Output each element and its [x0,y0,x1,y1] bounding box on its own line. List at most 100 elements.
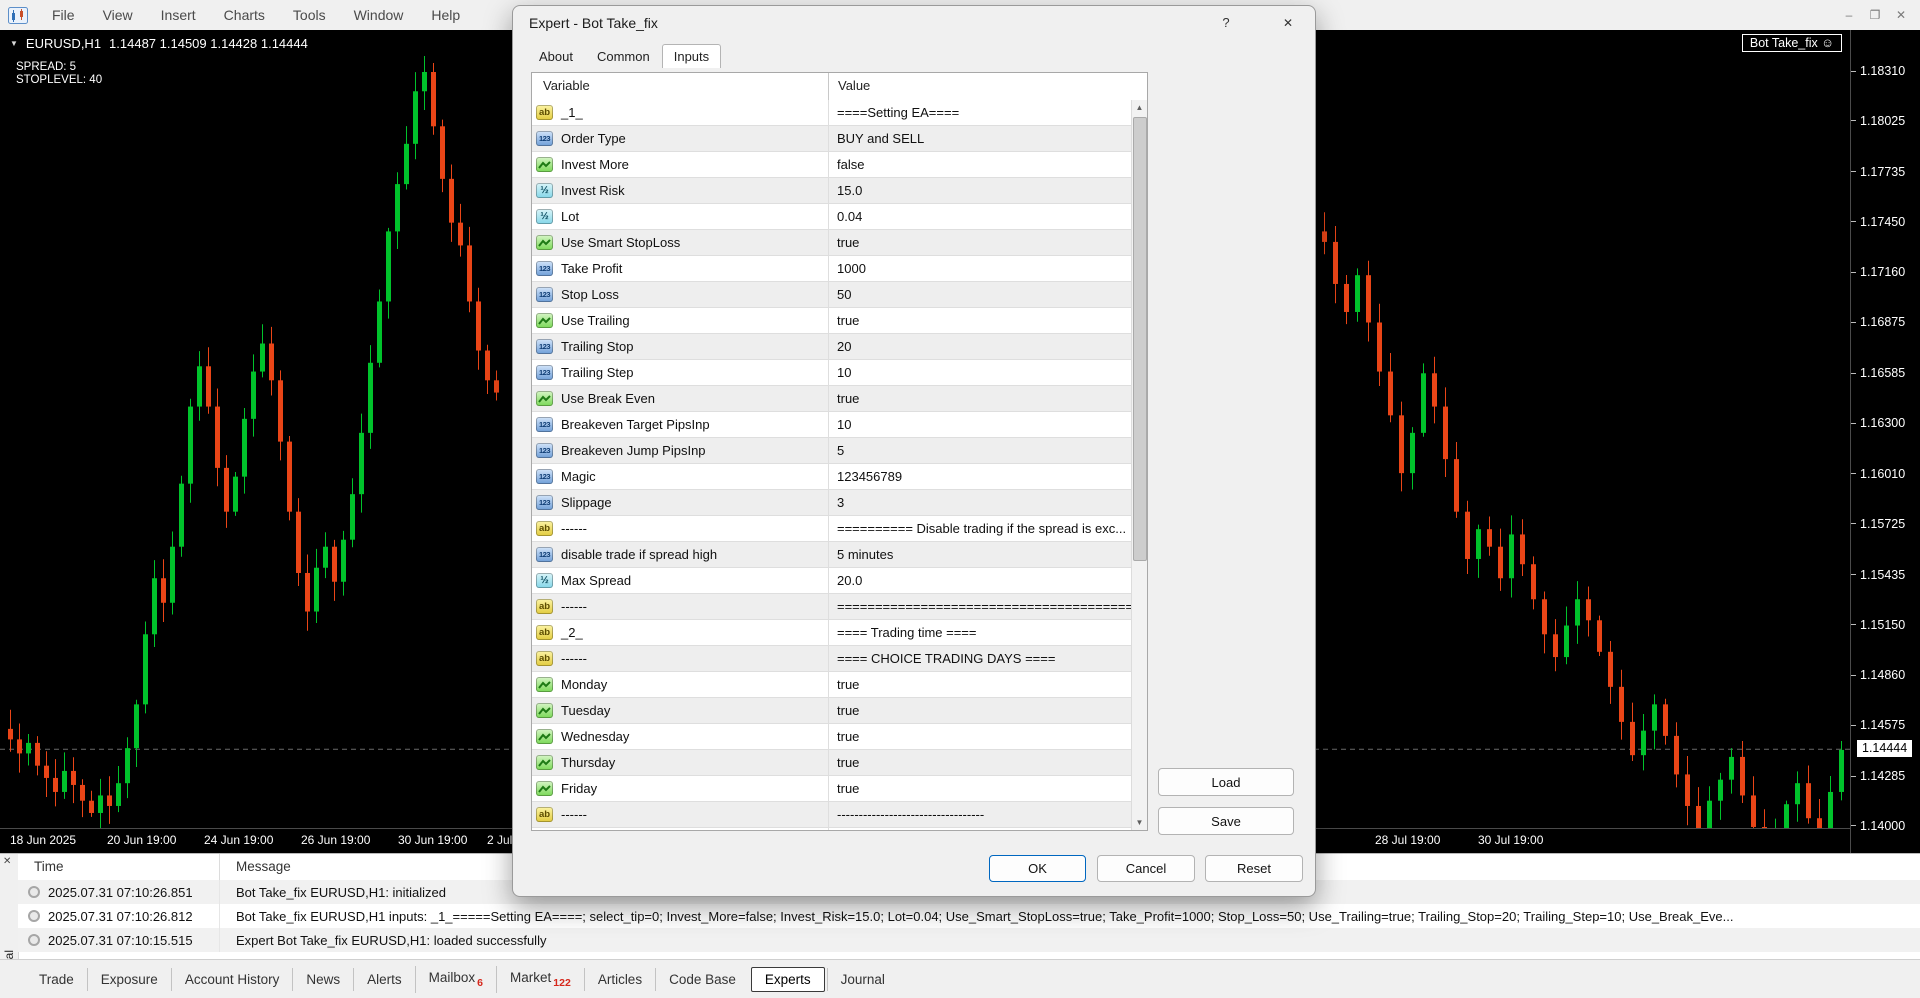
terminal-tab-experts[interactable]: Experts [750,967,825,992]
terminal-tab-articles[interactable]: Articles [583,968,655,991]
table-row-invest-more[interactable]: Invest More false [532,152,1132,178]
table-row-disable-trade-if-spread-high[interactable]: 123 disable trade if spread high 5 minut… [532,542,1132,568]
table-row-tuesday[interactable]: Tuesday true [532,698,1132,724]
variable-value[interactable]: 3 [829,495,1132,510]
price-tick: 1.14285 [1851,769,1905,783]
table-row-friday[interactable]: Friday true [532,776,1132,802]
terminal-tab-market[interactable]: Market 122 [496,966,584,993]
terminal-tab-journal[interactable]: Journal [826,968,898,991]
variable-value[interactable]: true [829,781,1132,796]
scroll-up-icon[interactable]: ▲ [1132,100,1147,115]
table-row-[interactable]: ab ------ ========== Disable trading if … [532,516,1132,542]
variable-value[interactable]: false [829,157,1132,172]
table-row-thursday[interactable]: Thursday true [532,750,1132,776]
table-row-invest-risk[interactable]: ½ Invest Risk 15.0 [532,178,1132,204]
table-row-take-profit[interactable]: 123 Take Profit 1000 [532,256,1132,282]
variable-value[interactable]: true [829,729,1132,744]
tab-about[interactable]: About [527,44,585,68]
table-scrollbar[interactable]: ▲ ▼ [1131,100,1147,830]
terminal-close-icon[interactable]: ✕ [3,856,11,867]
table-row-2[interactable]: ab _2_ ==== Trading time ==== [532,620,1132,646]
table-row-[interactable]: ab ------ ==============================… [532,594,1132,620]
variable-value[interactable]: ========== Disable trading if the spread… [829,521,1132,536]
column-header-value: Value [838,78,871,93]
terminal-tab-exposure[interactable]: Exposure [86,968,171,991]
variable-value[interactable]: ====Setting EA==== [829,105,1132,120]
variable-value[interactable]: 10 [829,365,1132,380]
ea-badge[interactable]: Bot Take_fix ☺ [1741,34,1842,52]
table-row-[interactable]: ab ------ ==== CHOICE TRADING DAYS ==== [532,646,1132,672]
minimize-button-icon[interactable]: – [1836,4,1862,26]
variable-value[interactable]: true [829,677,1132,692]
load-button[interactable]: Load [1158,768,1294,796]
restore-button-icon[interactable]: ❐ [1862,4,1888,26]
table-row-[interactable]: ab ------ ------------------------------… [532,828,1132,830]
variable-value[interactable]: true [829,703,1132,718]
variable-value[interactable]: true [829,313,1132,328]
table-row-wednesday[interactable]: Wednesday true [532,724,1132,750]
terminal-tab-mailbox[interactable]: Mailbox 6 [414,966,496,993]
table-row-use-smart-stoploss[interactable]: Use Smart StopLoss true [532,230,1132,256]
variable-name: _2_ [561,625,583,640]
save-button[interactable]: Save [1158,807,1294,835]
terminal-tab-trade[interactable]: Trade [26,968,87,991]
menu-item-view[interactable]: View [89,2,147,28]
menu-item-help[interactable]: Help [417,2,474,28]
variable-value[interactable]: ==== CHOICE TRADING DAYS ==== [829,651,1132,666]
variable-value[interactable]: 5 [829,443,1132,458]
table-row-magic[interactable]: 123 Magic 123456789 [532,464,1132,490]
variable-value[interactable]: 20 [829,339,1132,354]
tab-inputs[interactable]: Inputs [661,44,722,68]
variable-value[interactable]: 50 [829,287,1132,302]
table-row-use-trailing[interactable]: Use Trailing true [532,308,1132,334]
menu-item-file[interactable]: File [38,2,89,28]
variable-value[interactable]: ========================================… [829,599,1132,614]
terminal-tab-account-history[interactable]: Account History [170,968,293,991]
variable-value[interactable]: true [829,755,1132,770]
variable-value[interactable]: ---------------------------------- [829,807,1132,822]
terminal-tab-alerts[interactable]: Alerts [353,968,415,991]
variable-name: Take Profit [561,261,623,276]
table-row-trailing-step[interactable]: 123 Trailing Step 10 [532,360,1132,386]
tab-common[interactable]: Common [585,44,662,68]
variable-value[interactable]: ==== Trading time ==== [829,625,1132,640]
reset-button[interactable]: Reset [1205,855,1303,882]
variable-value[interactable]: 0.04 [829,209,1132,224]
table-row-lot[interactable]: ½ Lot 0.04 [532,204,1132,230]
table-row-breakeven-target-pipsinp[interactable]: 123 Breakeven Target PipsInp 10 [532,412,1132,438]
scrollbar-thumb[interactable] [1133,117,1147,561]
variable-value[interactable]: BUY and SELL [829,131,1132,146]
variable-value[interactable]: 1000 [829,261,1132,276]
menu-item-window[interactable]: Window [340,2,418,28]
table-row-use-break-even[interactable]: Use Break Even true [532,386,1132,412]
table-row-monday[interactable]: Monday true [532,672,1132,698]
terminal-tab-news[interactable]: News [292,968,353,991]
table-row-1[interactable]: ab _1_ ====Setting EA==== [532,100,1132,126]
variable-value[interactable]: 5 minutes [829,547,1132,562]
expert-settings-dialog: Expert - Bot Take_fix ? ✕ About Common Inp… [512,5,1316,897]
menu-item-charts[interactable]: Charts [210,2,279,28]
table-row-slippage[interactable]: 123 Slippage 3 [532,490,1132,516]
cancel-button[interactable]: Cancel [1097,855,1195,882]
chevron-down-icon[interactable]: ▼ [10,39,18,48]
ok-button[interactable]: OK [989,855,1086,882]
table-row-max-spread[interactable]: ½ Max Spread 20.0 [532,568,1132,594]
close-button-icon[interactable]: ✕ [1888,4,1914,26]
table-row-order-type[interactable]: 123 Order Type BUY and SELL [532,126,1132,152]
close-icon[interactable]: ✕ [1275,12,1301,34]
variable-value[interactable]: true [829,235,1132,250]
table-row-[interactable]: ab ------ ------------------------------… [532,802,1132,828]
terminal-tab-code-base[interactable]: Code Base [655,968,749,991]
menu-item-insert[interactable]: Insert [147,2,210,28]
variable-value[interactable]: 15.0 [829,183,1132,198]
table-row-trailing-stop[interactable]: 123 Trailing Stop 20 [532,334,1132,360]
help-icon[interactable]: ? [1215,12,1237,34]
table-row-stop-loss[interactable]: 123 Stop Loss 50 [532,282,1132,308]
scroll-down-icon[interactable]: ▼ [1132,815,1147,830]
variable-value[interactable]: true [829,391,1132,406]
table-row-breakeven-jump-pipsinp[interactable]: 123 Breakeven Jump PipsInp 5 [532,438,1132,464]
variable-value[interactable]: 123456789 [829,469,1132,484]
variable-value[interactable]: 20.0 [829,573,1132,588]
variable-value[interactable]: 10 [829,417,1132,432]
menu-item-tools[interactable]: Tools [279,2,340,28]
